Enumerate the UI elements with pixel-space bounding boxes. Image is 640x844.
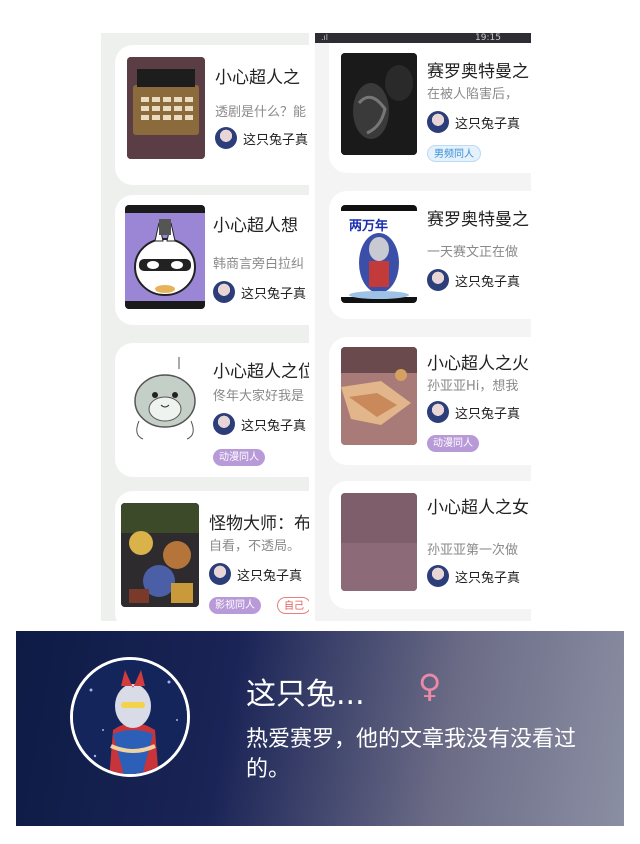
story-title: 小心超人之	[215, 68, 300, 88]
story-snippet: 在被人陷害后，	[427, 87, 519, 102]
author-name: 这只兔子真	[455, 406, 521, 422]
story-author[interactable]: 这只兔子真	[427, 401, 520, 423]
story-card[interactable]: 小心超人之火 孙亚亚Hi，想我 这只兔子真 动漫同人	[329, 337, 531, 465]
author-avatar	[427, 111, 449, 133]
story-card[interactable]: 小心超人想 韩商言旁白拉纠 这只兔子真	[115, 195, 309, 325]
category-tag[interactable]: 男频同人	[427, 145, 481, 162]
author-avatar	[427, 565, 449, 587]
story-thumbnail	[125, 205, 205, 309]
author-name: 这只兔子真	[455, 116, 521, 132]
author-name: 这只兔子真	[455, 570, 521, 586]
story-title: 赛罗奥特曼之	[427, 210, 529, 230]
author-avatar	[427, 269, 449, 291]
author-avatar	[215, 127, 237, 149]
story-card[interactable]: 小心超人之女 孙亚亚第一次做 这只兔子真	[329, 481, 531, 609]
story-card[interactable]: 小心超人之 透剧是什么？能 这只兔子真	[115, 45, 309, 185]
story-title: 小心超人之火	[427, 354, 529, 374]
category-tag[interactable]: 影视同人	[209, 597, 261, 614]
female-icon: ♀	[418, 667, 442, 705]
story-thumbnail	[341, 347, 417, 445]
author-avatar	[213, 413, 235, 435]
story-author[interactable]: 这只兔子真	[427, 111, 520, 133]
story-snippet: 自看，不透局。	[209, 539, 301, 554]
story-snippet: 孙亚亚Hi，想我	[427, 379, 519, 394]
story-card[interactable]: 赛罗奥特曼之 在被人陷害后， 这只兔子真 男频同人	[329, 43, 531, 173]
story-title: 小心超人之位	[213, 362, 309, 382]
category-tag[interactable]: 自己	[277, 597, 309, 614]
author-avatar	[213, 281, 235, 303]
author-name: 这只兔子真	[237, 568, 303, 584]
story-thumbnail	[127, 57, 205, 159]
story-card[interactable]: 怪物大师：布 自看，不透局。 这只兔子真 影视同人 自己	[115, 491, 309, 621]
signal-icon: .ıl	[321, 33, 328, 42]
story-title: 小心超人之女	[427, 498, 529, 518]
author-name: 这只兔子真	[241, 418, 307, 434]
story-title: 赛罗奥特曼之	[427, 62, 529, 82]
story-title: 怪物大师：布	[209, 514, 309, 534]
story-list-right: .ıl 19:15 赛罗奥特曼之 在被人陷害后， 这只兔子真 男频同人 两万年 …	[315, 33, 531, 621]
author-avatar	[209, 563, 231, 585]
author-avatar	[427, 401, 449, 423]
story-thumbnail	[341, 493, 417, 591]
story-title: 小心超人想	[213, 216, 298, 236]
profile-banner: 这只兔... ♀ 热爱赛罗，他的文章我没有没看过的。	[16, 631, 624, 826]
profile-avatar[interactable]	[70, 657, 190, 777]
screenshot-collage: 小心超人之 透剧是什么？能 这只兔子真 小心超人想 韩商言旁白拉纠 这只兔子真 …	[0, 0, 640, 844]
status-bar: .ıl 19:15	[315, 33, 531, 43]
story-thumbnail	[125, 351, 205, 447]
story-card[interactable]: 两万年 赛罗奥特曼之 一天赛文正在做 这只兔子真	[329, 191, 531, 319]
category-tag[interactable]: 动漫同人	[213, 449, 265, 466]
status-time: 19:15	[475, 33, 501, 43]
story-snippet: 一天赛文正在做	[427, 245, 519, 260]
story-snippet: 佟年大家好我是	[213, 389, 305, 404]
story-thumbnail	[121, 503, 199, 607]
story-author[interactable]: 这只兔子真	[427, 269, 520, 291]
author-name: 这只兔子真	[243, 132, 309, 148]
profile-bio: 热爱赛罗，他的文章我没有没看过的。	[246, 727, 577, 782]
category-tag[interactable]: 动漫同人	[427, 435, 479, 452]
story-author[interactable]: 这只兔子真	[213, 413, 306, 435]
story-author[interactable]: 这只兔子真	[215, 127, 308, 149]
story-thumbnail: 两万年	[341, 205, 417, 303]
story-list-left: 小心超人之 透剧是什么？能 这只兔子真 小心超人想 韩商言旁白拉纠 这只兔子真 …	[101, 33, 309, 621]
thumbnail-caption: 两万年	[349, 219, 389, 234]
story-snippet: 韩商言旁白拉纠	[213, 257, 305, 272]
author-name: 这只兔子真	[241, 286, 307, 302]
author-name: 这只兔子真	[455, 274, 521, 290]
story-snippet: 孙亚亚第一次做	[427, 543, 519, 558]
story-card[interactable]: 小心超人之位 佟年大家好我是 这只兔子真 动漫同人	[115, 343, 309, 477]
story-author[interactable]: 这只兔子真	[427, 565, 520, 587]
profile-name: 这只兔...	[246, 677, 365, 712]
story-author[interactable]: 这只兔子真	[213, 281, 306, 303]
story-thumbnail	[341, 53, 417, 155]
story-snippet: 透剧是什么？能	[215, 105, 307, 120]
story-author[interactable]: 这只兔子真	[209, 563, 302, 585]
